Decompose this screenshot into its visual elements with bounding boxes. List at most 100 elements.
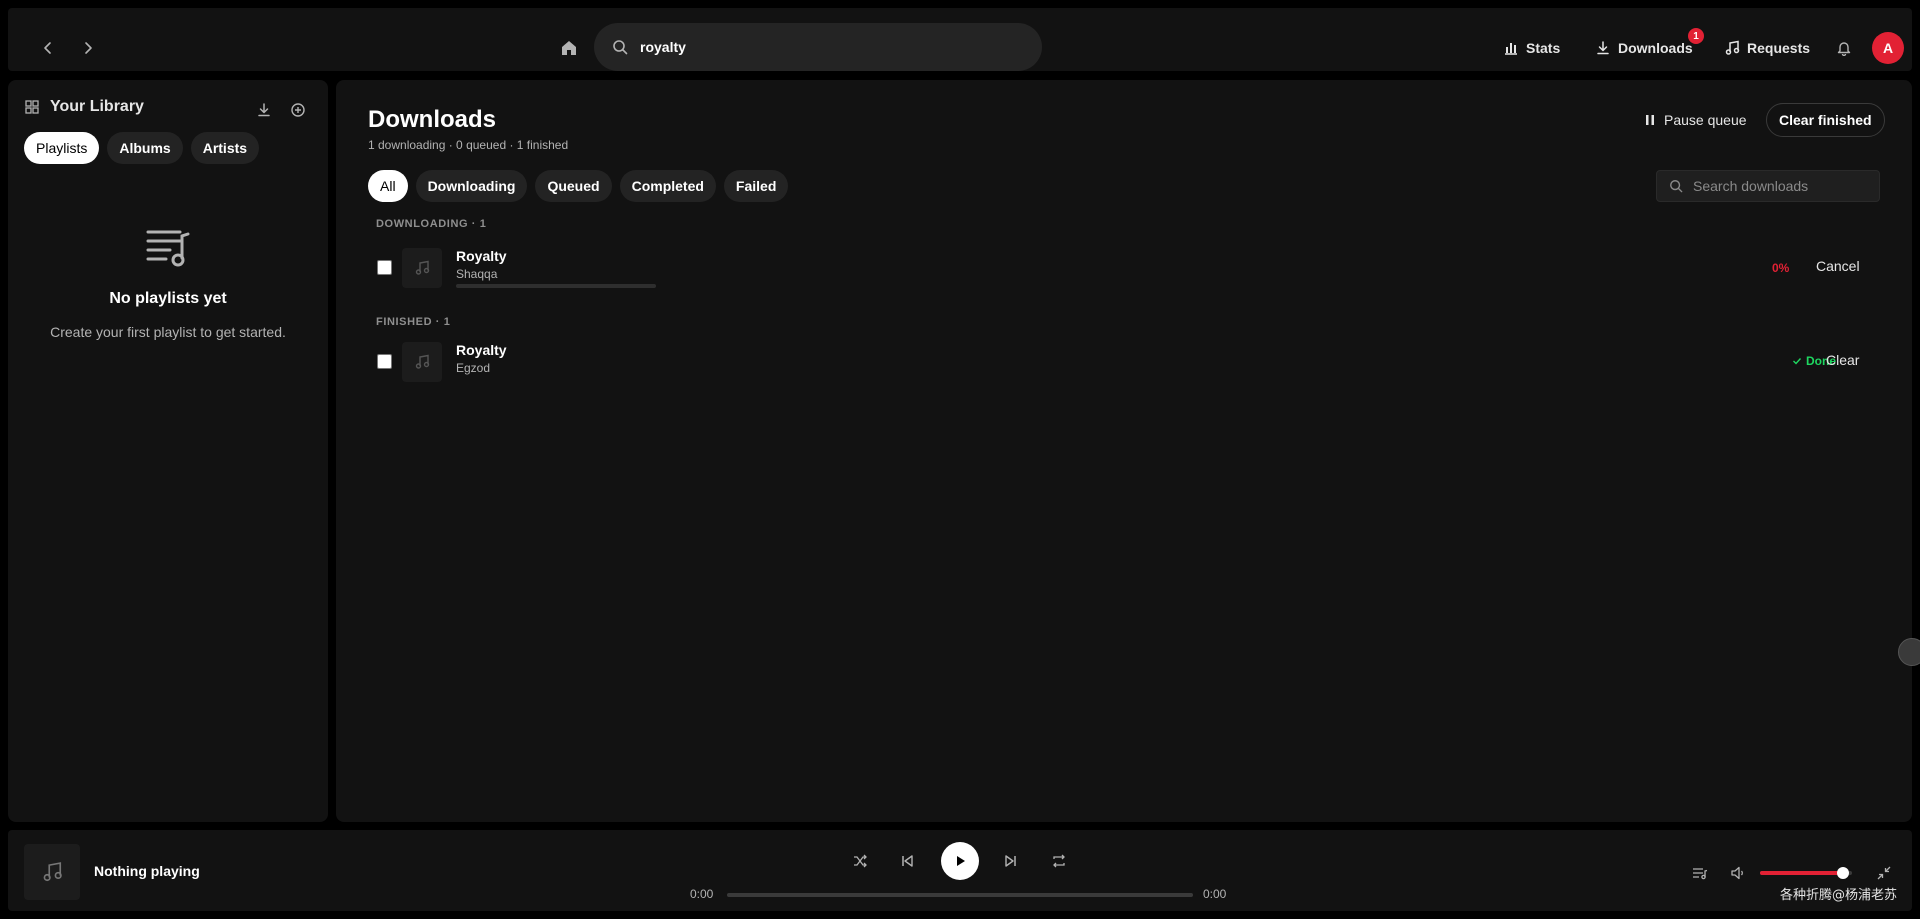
home-icon xyxy=(562,41,576,55)
library-sidebar: Your Library Playlists Albums Artists No… xyxy=(8,80,328,822)
grid-icon xyxy=(25,100,39,114)
stats-link[interactable]: Stats xyxy=(1503,28,1560,68)
volume-knob[interactable] xyxy=(1836,867,1849,879)
pill-artists[interactable]: Artists xyxy=(190,132,260,164)
home-button[interactable] xyxy=(549,28,589,68)
volume-slider[interactable] xyxy=(1760,867,1852,879)
downloads-label: Downloads xyxy=(1618,40,1693,56)
filter-queued[interactable]: Queued xyxy=(535,170,612,202)
downloads-badge: 1 xyxy=(1688,28,1704,44)
download-progress-bar xyxy=(456,284,656,288)
check-icon xyxy=(1793,358,1802,365)
track-title[interactable]: Royalty xyxy=(456,248,507,264)
chevron-right-icon xyxy=(85,42,92,54)
library-filter-pills: Playlists Albums Artists xyxy=(24,132,260,164)
page-title: Downloads xyxy=(368,106,497,133)
previous-icon xyxy=(902,855,913,867)
user-avatar[interactable]: A xyxy=(1872,32,1904,64)
seek-bar[interactable] xyxy=(727,893,1193,897)
create-playlist-button[interactable] xyxy=(286,98,310,122)
track-thumbnail xyxy=(402,342,442,382)
pause-icon xyxy=(1646,115,1654,125)
track-title[interactable]: Royalty xyxy=(456,342,507,358)
empty-state-title: No playlists yet xyxy=(109,290,227,307)
pill-albums[interactable]: Albums xyxy=(107,132,183,164)
downloads-summary: 1 downloading · 0 queued · 1 finished xyxy=(368,138,569,152)
requests-link[interactable]: Requests xyxy=(1724,28,1810,68)
notifications-button[interactable] xyxy=(1826,28,1862,68)
bell-icon xyxy=(1837,42,1851,56)
volume-icon xyxy=(1731,866,1743,880)
queue-icon xyxy=(1693,868,1708,880)
library-download-button[interactable] xyxy=(252,98,276,122)
shuffle-icon xyxy=(854,854,867,868)
time-total: 0:00 xyxy=(1203,887,1227,901)
now-playing-text: Nothing playing xyxy=(94,863,200,879)
plus-circle-icon xyxy=(291,103,305,117)
row-checkbox[interactable] xyxy=(377,260,392,275)
clear-finished-button[interactable]: Clear finished xyxy=(1766,103,1885,137)
filter-downloading[interactable]: Downloading xyxy=(415,170,528,202)
repeat-icon xyxy=(1053,854,1065,868)
search-icon xyxy=(1670,180,1683,193)
track-thumbnail xyxy=(402,248,442,288)
music-note-icon xyxy=(1725,40,1740,55)
player-bar: Nothing playing 0:00 0:00 xyxy=(8,830,1912,911)
download-icon xyxy=(258,103,270,117)
top-bar: royalty Stats Downloads 1 Requests A xyxy=(8,8,1912,71)
search-bar[interactable]: royalty xyxy=(594,23,1042,71)
row-checkbox[interactable] xyxy=(377,354,392,369)
now-playing-artwork xyxy=(24,844,80,900)
library-title: Your Library xyxy=(50,98,144,115)
downloads-search-input[interactable] xyxy=(1693,178,1873,194)
bar-chart-icon xyxy=(1505,43,1517,55)
next-icon xyxy=(1005,855,1016,867)
pause-queue-label: Pause queue xyxy=(1664,112,1747,128)
music-note-icon xyxy=(43,862,62,882)
minimize-icon xyxy=(1877,866,1891,880)
music-note-icon xyxy=(415,260,430,275)
stats-label: Stats xyxy=(1526,40,1561,56)
section-label-finished: FINISHED · 1 xyxy=(376,316,451,328)
shuffle-button[interactable] xyxy=(844,845,876,877)
downloads-search[interactable] xyxy=(1656,170,1880,202)
playlist-icon xyxy=(146,230,190,267)
filter-completed[interactable]: Completed xyxy=(619,170,716,202)
chevron-left-icon xyxy=(44,42,51,54)
next-button[interactable] xyxy=(995,845,1027,877)
repeat-button[interactable] xyxy=(1043,845,1075,877)
download-filter-pills: All Downloading Queued Completed Failed xyxy=(368,170,789,202)
library-header[interactable]: Your Library xyxy=(24,98,144,116)
filter-failed[interactable]: Failed xyxy=(723,170,789,202)
downloads-link[interactable]: Downloads xyxy=(1595,28,1693,68)
empty-state-subtitle: Create your first playlist to get starte… xyxy=(50,324,286,340)
download-icon xyxy=(1597,41,1609,55)
downloads-panel: Downloads 1 downloading · 0 queued · 1 f… xyxy=(336,80,1912,822)
watermark-text: 各种折腾@杨浦老苏 xyxy=(1780,888,1898,903)
play-button[interactable] xyxy=(941,842,979,880)
volume-fill xyxy=(1760,871,1843,875)
volume-button[interactable] xyxy=(1722,857,1754,889)
search-input[interactable]: royalty xyxy=(640,39,686,55)
track-artist[interactable]: Shaqqa xyxy=(456,267,497,281)
music-note-icon xyxy=(415,354,430,369)
previous-button[interactable] xyxy=(891,845,923,877)
floating-assistant-avatar[interactable] xyxy=(1898,638,1920,666)
download-row: Royalty Egzod Done Clear xyxy=(368,338,1888,388)
time-elapsed: 0:00 xyxy=(690,887,714,901)
download-status: 0% xyxy=(1772,261,1790,275)
filter-all[interactable]: All xyxy=(368,170,408,202)
pause-queue-button[interactable]: Pause queue xyxy=(1644,104,1747,136)
cancel-button[interactable]: Cancel xyxy=(1816,258,1860,274)
requests-label: Requests xyxy=(1747,40,1811,56)
clear-button[interactable]: Clear xyxy=(1826,352,1859,368)
download-row: Royalty Shaqqa 0% Cancel xyxy=(368,244,1888,294)
queue-button[interactable] xyxy=(1684,857,1716,889)
play-icon xyxy=(957,856,965,866)
track-artist[interactable]: Egzod xyxy=(456,361,490,375)
search-icon xyxy=(613,40,628,55)
pill-playlists[interactable]: Playlists xyxy=(24,132,100,164)
back-button[interactable] xyxy=(28,28,68,68)
section-label-downloading: DOWNLOADING · 1 xyxy=(376,218,487,230)
forward-button[interactable] xyxy=(68,28,108,68)
